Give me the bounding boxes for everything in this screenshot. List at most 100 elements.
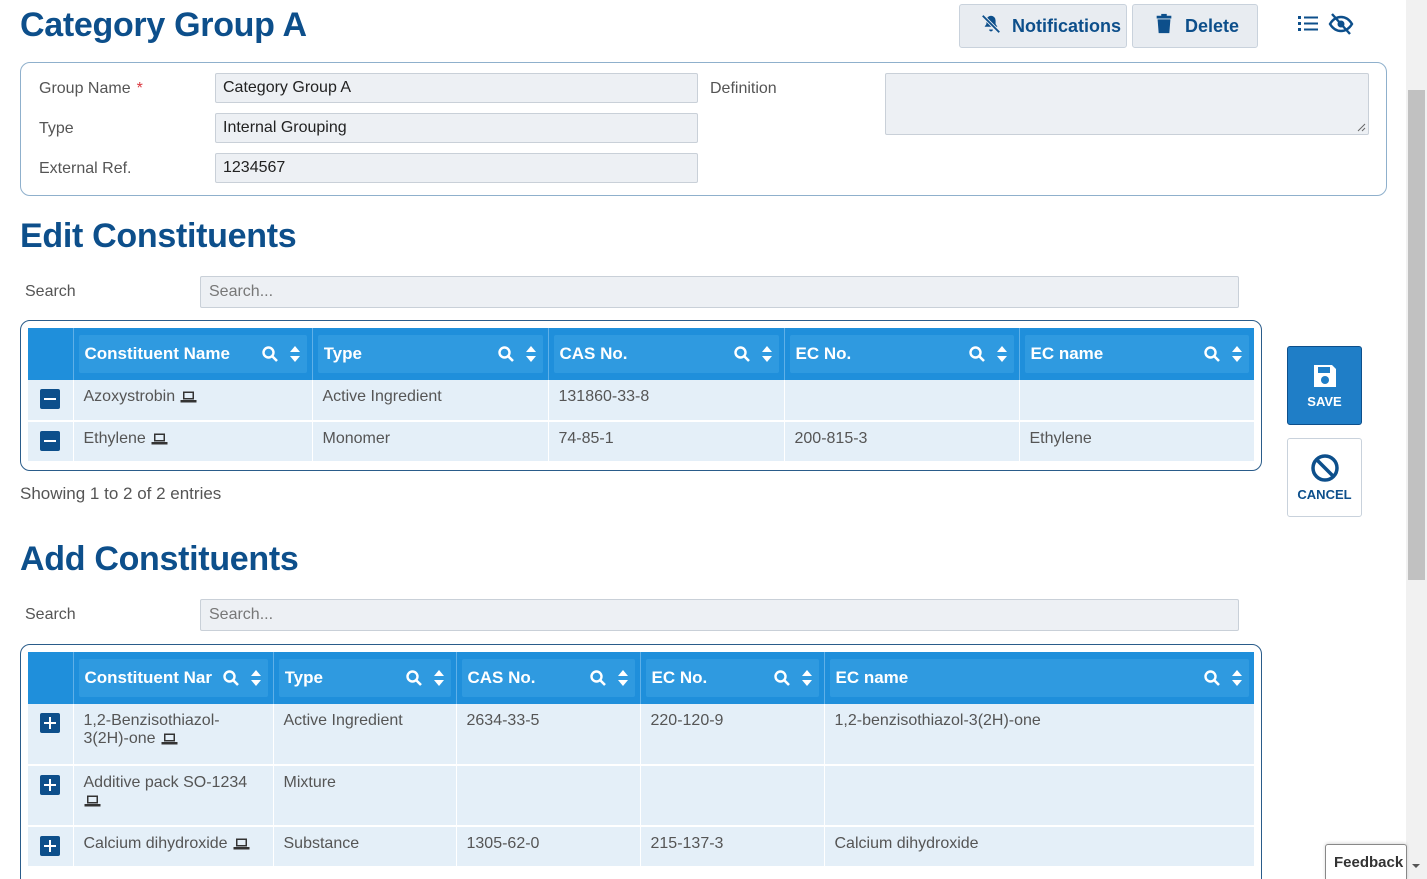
sort-icon[interactable] [617,669,629,687]
sort-icon[interactable] [801,669,813,687]
search-icon[interactable] [405,669,423,687]
column-header[interactable]: CAS No. [456,652,641,704]
add-constituent-button[interactable] [40,775,61,795]
floppy-disk-icon [1313,365,1336,387]
column-header-label: Constituent Nar [84,668,213,687]
table-row: Ethylene Monomer 74-85-1 200-815-3 Ethyl… [28,421,1254,463]
edit-constituents-table: Constituent Name Type CAS No. EC No. EC … [20,320,1262,471]
add-constituents-table: Constituent Nar Type CAS No. EC No. EC n… [20,644,1262,879]
sort-icon[interactable] [525,345,537,363]
column-header-label: EC No. [795,344,852,363]
search-icon[interactable] [733,345,751,363]
laptop-icon[interactable] [180,391,197,403]
cas-cell: 2634-33-5 [456,704,641,766]
save-label: SAVE [1307,394,1342,409]
column-header[interactable]: EC name [824,652,1254,704]
constituent-name-cell: 1,2-Benzisothiazol-3(2H)-one [73,704,274,766]
laptop-icon[interactable] [233,838,250,850]
cas-cell [456,765,641,827]
column-header[interactable]: Constituent Nar [73,652,274,704]
sort-icon[interactable] [761,345,773,363]
cas-cell: 131860-33-8 [548,380,785,422]
constituent-name-cell: Ethylene [73,421,313,463]
remove-constituent-button[interactable] [40,431,61,451]
sort-icon[interactable] [289,345,301,363]
search-icon[interactable] [497,345,515,363]
column-visibility-toggle[interactable] [1296,12,1358,40]
notifications-button[interactable]: Notifications [959,4,1127,48]
scroll-down-arrow-icon[interactable] [1410,860,1422,872]
column-header[interactable]: Type [273,652,457,704]
column-header-label: Type [284,668,323,687]
search-icon[interactable] [589,669,607,687]
save-button[interactable]: SAVE [1287,346,1362,425]
select-column-header [28,328,74,380]
edit-search-input[interactable]: Search... [200,276,1239,308]
external-ref-input[interactable]: 1234567 [215,153,698,183]
search-icon[interactable] [1203,669,1221,687]
table-row: Additive pack SO-1234 Mixture [28,765,1254,827]
column-header-label: CAS No. [467,668,536,687]
remove-constituent-button[interactable] [40,389,61,409]
laptop-icon[interactable] [151,433,168,445]
column-header-label: EC No. [651,668,708,687]
list-icon [1296,11,1322,42]
column-header-label: EC name [1030,344,1104,363]
table-row: Calcium dihydroxide Substance 1305-62-0 … [28,826,1254,868]
column-header[interactable]: Type [312,328,549,380]
edit-search-label: Search [25,283,76,300]
search-icon[interactable] [968,345,986,363]
vertical-scrollbar[interactable] [1406,0,1427,879]
ec-cell: 215-137-3 [640,826,825,868]
resize-grip-icon[interactable] [1356,122,1366,132]
sort-icon[interactable] [250,669,262,687]
column-header[interactable]: Constituent Name [73,328,313,380]
category-group-page: Category Group A Notifications Delete Gr… [0,0,1427,879]
type-label: Type [39,120,74,137]
add-constituent-button[interactable] [40,713,61,733]
column-header-label: EC name [835,668,909,687]
group-name-input[interactable]: Category Group A [215,73,698,103]
edit-table-header: Constituent Name Type CAS No. EC No. EC … [28,328,1254,380]
definition-textarea[interactable] [885,73,1369,135]
group-details-panel: Group Name * Category Group A Type Intern… [20,62,1387,196]
scrollbar-thumb[interactable] [1408,90,1425,580]
add-constituents-title: Add Constituents [20,540,299,578]
ec-name-cell [824,765,1254,827]
sort-icon[interactable] [996,345,1008,363]
laptop-icon[interactable] [84,795,101,807]
column-header[interactable]: EC No. [784,328,1020,380]
delete-button[interactable]: Delete [1132,4,1258,48]
add-constituent-button[interactable] [40,836,61,856]
column-header[interactable]: EC No. [640,652,825,704]
ec-cell: 200-815-3 [784,421,1020,463]
eye-slash-icon [1328,11,1354,42]
select-column-header [28,652,74,704]
type-cell: Substance [273,826,457,868]
column-header[interactable]: CAS No. [548,328,785,380]
search-icon[interactable] [261,345,279,363]
delete-label: Delete [1185,15,1240,36]
column-header[interactable]: EC name [1019,328,1254,380]
sort-icon[interactable] [433,669,445,687]
add-search-input[interactable]: Search... [200,599,1239,631]
feedback-button[interactable]: Feedback [1325,844,1407,879]
trash-icon [1153,13,1175,40]
type-cell: Monomer [312,421,549,463]
cancel-button[interactable]: CANCEL [1287,438,1362,517]
row-control-cell [28,826,74,868]
ec-cell [784,380,1020,422]
group-name-label: Group Name * [39,80,143,97]
sort-icon[interactable] [1231,669,1243,687]
cas-cell: 74-85-1 [548,421,785,463]
sort-icon[interactable] [1231,345,1243,363]
search-icon[interactable] [222,669,240,687]
search-icon[interactable] [773,669,791,687]
column-header-label: Type [323,344,362,363]
laptop-icon[interactable] [161,733,178,745]
search-icon[interactable] [1203,345,1221,363]
type-input[interactable]: Internal Grouping [215,113,698,143]
page-title: Category Group A [20,6,307,44]
ec-name-cell: Calcium dihydroxide [824,826,1254,868]
row-control-cell [28,380,74,422]
